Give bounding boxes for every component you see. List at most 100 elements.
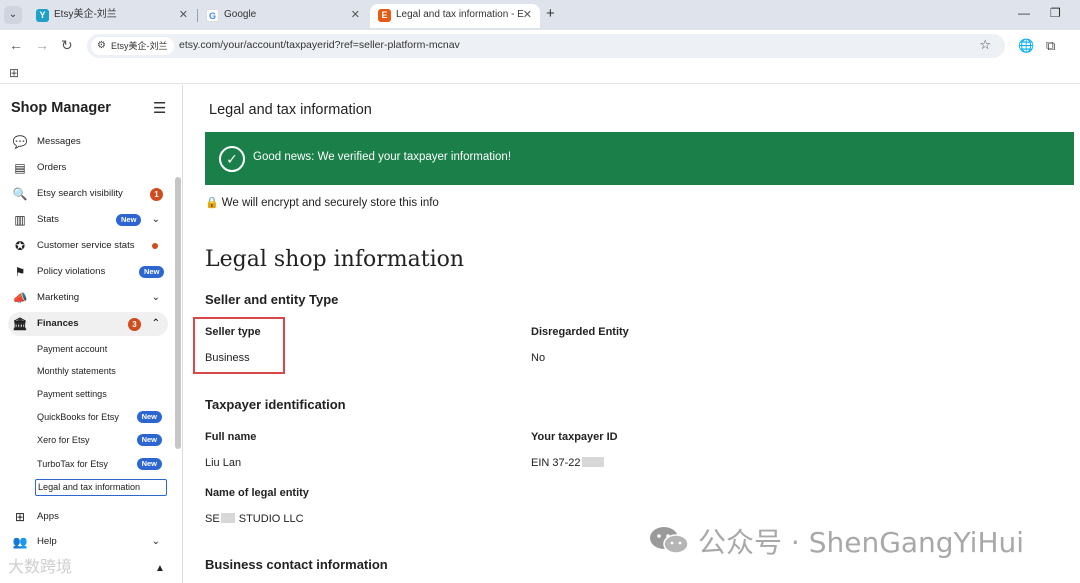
seller-type-value: Business — [205, 352, 250, 364]
sidebar-subitem-label: Payment settings — [37, 389, 107, 399]
sidebar-subitem-turbotax[interactable]: TurboTax for Etsy New — [37, 454, 167, 474]
bank-icon: 🏛 — [12, 317, 28, 331]
sidebar-item-orders[interactable]: ▤ Orders — [8, 156, 168, 180]
sidebar-item-label: Stats — [37, 214, 59, 225]
notification-badge: 3 — [128, 318, 141, 331]
megaphone-icon: 📣 — [12, 291, 28, 305]
chevron-down-icon[interactable]: ⌄ — [152, 530, 160, 554]
lock-icon: 🔒 — [205, 197, 219, 209]
legal-entity-value: SE STUDIO LLC — [205, 513, 304, 525]
etsy-shop-favicon-icon: Y — [36, 9, 49, 22]
site-info-chip[interactable]: ⚙ Etsy美企-刘兰 — [91, 37, 174, 55]
taxpayer-id-text: EIN 37-22 — [531, 457, 581, 469]
translate-globe-icon[interactable]: 🌐 — [1018, 38, 1034, 54]
tab-etsy-shop[interactable]: Y Etsy美企-刘兰 ✕ — [28, 4, 196, 28]
flag-icon: ⚑ — [14, 265, 26, 279]
sidebar-item-search-visibility[interactable]: 🔍 Etsy search visibility 1 — [8, 182, 168, 206]
sidebar-item-label: Apps — [37, 511, 59, 522]
chevron-down-icon[interactable]: ⌄ — [152, 286, 160, 310]
disregarded-entity-value: No — [531, 352, 546, 364]
full-name-value: Liu Lan — [205, 457, 242, 469]
banner-message: Good news: We verified your taxpayer inf… — [253, 151, 512, 163]
bookmarks-bar: ⊞ — [0, 62, 1080, 84]
minimize-icon[interactable]: — — [1018, 6, 1030, 20]
alert-dot — [152, 243, 158, 249]
new-badge: New — [136, 434, 162, 446]
sidebar-subitem-label: QuickBooks for Etsy — [37, 412, 119, 422]
sidebar-subitem-label: TurboTax for Etsy — [37, 459, 108, 469]
orders-icon: ▤ — [14, 161, 26, 175]
chevron-down-icon[interactable]: ⌄ — [152, 208, 160, 232]
chevron-up-icon[interactable]: ⌃ — [152, 312, 160, 336]
tab-title: Etsy美企-刘兰 — [54, 9, 117, 20]
redaction-mark — [220, 513, 235, 523]
close-tab-icon[interactable]: ✕ — [523, 4, 532, 26]
bookmark-star-icon[interactable]: ☆ — [979, 37, 991, 53]
apps-grid-icon[interactable]: ⊞ — [9, 66, 19, 80]
new-badge: New — [116, 214, 142, 226]
sidebar-item-help[interactable]: 👥 Help ⌄ — [8, 530, 168, 554]
sidebar-item-customer-service-stats[interactable]: ✪ Customer service stats — [8, 234, 168, 258]
sidebar-item-messages[interactable]: 💬 Messages — [8, 130, 168, 154]
taxpayer-id-value: EIN 37-22 — [531, 457, 605, 469]
help-icon: 👥 — [12, 535, 28, 549]
sidebar-subitem-quickbooks[interactable]: QuickBooks for Etsy New — [37, 407, 167, 427]
tab-title: Google — [224, 9, 257, 20]
sidebar-item-finances[interactable]: 🏛 Finances 3 ⌃ — [8, 312, 168, 336]
menu-icon[interactable]: ☰ — [153, 99, 166, 117]
site-settings-icon: ⚙ — [97, 40, 106, 51]
search-icon: 🔍 — [12, 187, 28, 201]
sidebar-item-stats[interactable]: ▥ Stats New ⌄ — [8, 208, 168, 232]
main-content: Legal and tax information ✓ Good news: W… — [184, 85, 1080, 583]
sidebar-item-policy-violations[interactable]: ⚑ Policy violations New — [8, 260, 168, 284]
sidebar-scrollbar[interactable] — [175, 177, 181, 449]
page-title: Legal and tax information — [209, 102, 372, 118]
sidebar-item-label: Finances — [37, 318, 79, 329]
tab-search-button[interactable]: ⌄ — [4, 6, 22, 24]
new-badge: New — [139, 266, 165, 278]
restore-icon[interactable]: ❐ — [1050, 6, 1061, 20]
chevron-up-icon[interactable]: ▲ — [155, 563, 174, 574]
tab-title: Legal and tax information - E — [396, 9, 524, 20]
new-badge: New — [136, 458, 162, 470]
sidebar-subitem-legal-tax[interactable]: Legal and tax information — [35, 479, 167, 496]
tab-legal-tax[interactable]: E Legal and tax information - E ✕ — [370, 4, 540, 28]
seller-type-label: Seller type — [205, 326, 261, 338]
sidebar-subitem-xero[interactable]: Xero for Etsy New — [37, 430, 167, 450]
wechat-logo-icon — [650, 527, 689, 554]
url-text: etsy.com/your/account/taxpayerid?ref=sel… — [179, 39, 460, 51]
sidebar-subitem-payment-settings[interactable]: Payment settings — [37, 384, 167, 404]
shop-manager-sidebar: Shop Manager ☰ 💬 Messages ▤ Orders 🔍 Ets… — [0, 85, 183, 583]
google-favicon-icon: G — [206, 9, 219, 22]
sidebar-title: Shop Manager — [11, 100, 111, 116]
tab-strip: ⌄ Y Etsy美企-刘兰 ✕ G Google ✕ E Legal and t… — [0, 0, 1080, 30]
sidebar-subitem-label: Monthly statements — [37, 366, 116, 376]
sidebar-subitem-label: Xero for Etsy — [37, 435, 90, 445]
sidebar-item-apps[interactable]: ⊞ Apps — [8, 505, 168, 529]
close-tab-icon[interactable]: ✕ — [179, 4, 188, 26]
sidebar-item-label: Help — [37, 536, 57, 547]
notification-badge: 1 — [150, 188, 163, 201]
back-icon[interactable]: ← — [9, 37, 23, 53]
legal-entity-label: Name of legal entity — [205, 487, 309, 499]
legal-entity-text: SE — [205, 513, 220, 525]
corner-watermark: 大数跨境 — [8, 559, 73, 576]
extensions-icon[interactable]: ⧉ — [1046, 38, 1055, 54]
apps-icon: ⊞ — [14, 510, 26, 524]
reload-icon[interactable]: ↻ — [61, 37, 73, 54]
sidebar-subitem-payment-account[interactable]: Payment account — [37, 339, 167, 359]
legal-entity-text: STUDIO LLC — [238, 513, 304, 525]
forward-icon[interactable]: → — [35, 37, 49, 53]
address-bar[interactable]: ⚙ Etsy美企-刘兰 etsy.com/your/account/taxpay… — [87, 34, 1005, 58]
close-tab-icon[interactable]: ✕ — [351, 4, 360, 26]
sidebar-item-marketing[interactable]: 📣 Marketing ⌄ — [8, 286, 168, 310]
tab-google[interactable]: G Google ✕ — [198, 4, 368, 28]
full-name-label: Full name — [205, 431, 257, 443]
sidebar-subitem-monthly-statements[interactable]: Monthly statements — [37, 361, 167, 381]
sidebar-subitem-label: Payment account — [37, 344, 108, 354]
etsy-favicon-icon: E — [378, 9, 391, 22]
disregarded-entity-label: Disregarded Entity — [531, 326, 629, 338]
sidebar-item-label: Customer service stats — [37, 240, 135, 251]
new-tab-button[interactable]: + — [546, 5, 555, 22]
seller-entity-heading: Seller and entity Type — [205, 292, 339, 307]
